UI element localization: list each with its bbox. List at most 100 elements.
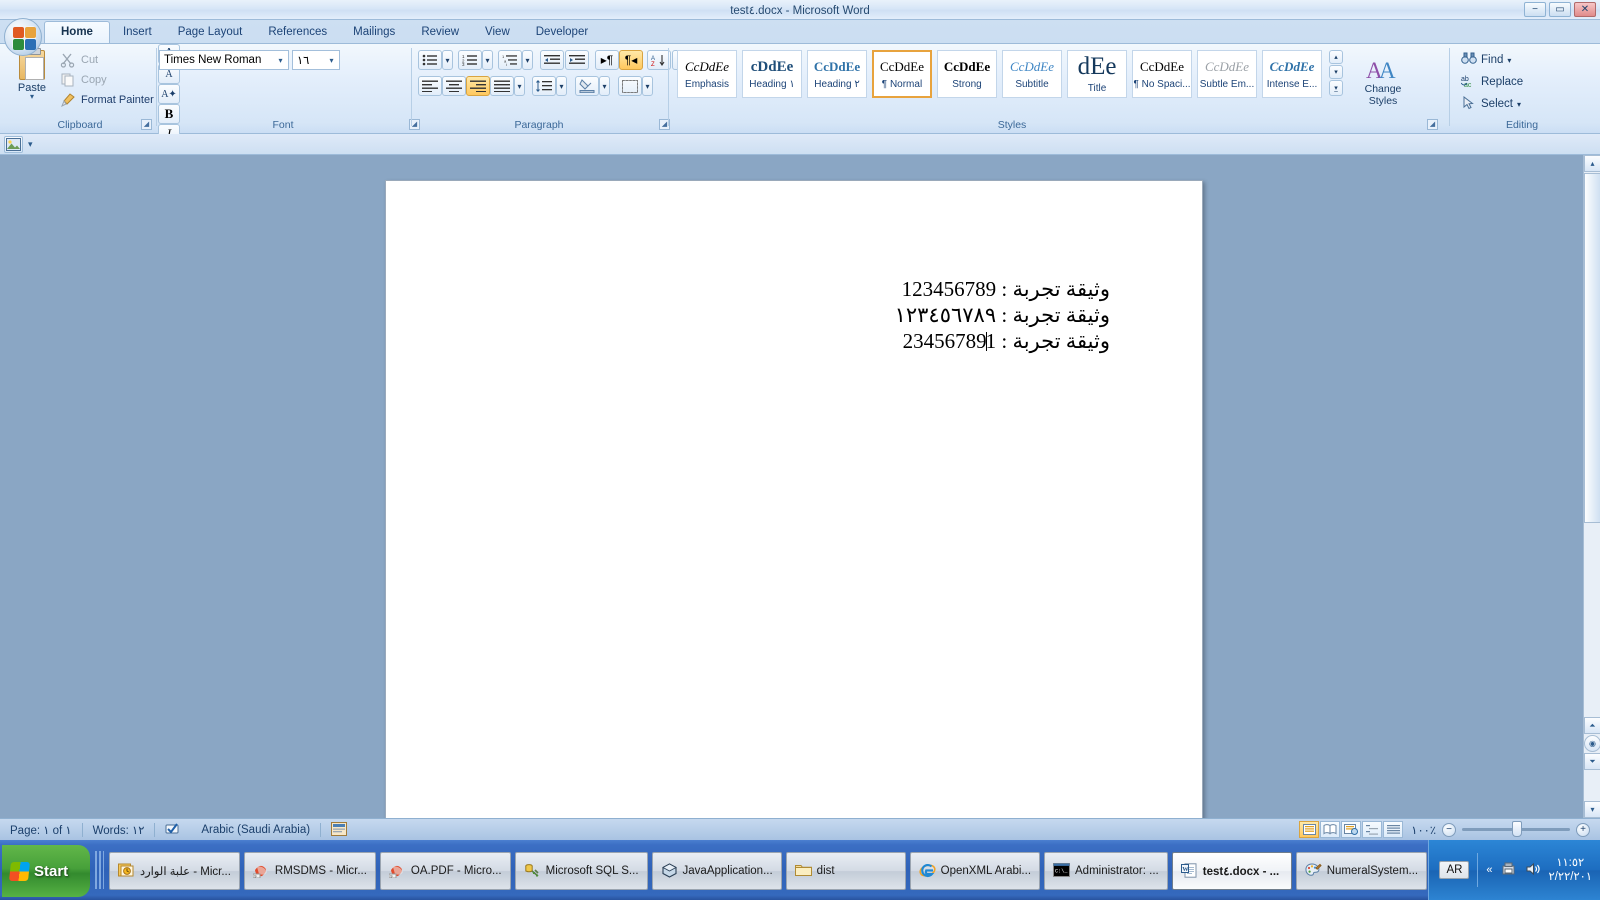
zoom-slider-track[interactable] <box>1462 821 1570 837</box>
zoom-slider-thumb[interactable] <box>1512 821 1522 837</box>
view-full-screen-reading-button[interactable] <box>1320 821 1341 838</box>
previous-page-button[interactable]: ⏶ <box>1584 717 1600 734</box>
safely-remove-hardware-icon[interactable] <box>1501 862 1517 878</box>
style-strong[interactable]: CcDdEe Strong <box>937 50 997 98</box>
next-page-button[interactable]: ⏷ <box>1584 753 1600 770</box>
multilevel-dropdown[interactable]: ▾ <box>522 50 533 70</box>
task-sql-server[interactable]: Microsoft SQL S... <box>514 851 648 890</box>
view-web-layout-button[interactable] <box>1341 821 1362 838</box>
task-word-test4-docx[interactable]: W test٤.docx - ... <box>1171 851 1292 890</box>
style-subtle-emphasis[interactable]: CcDdEe Subtle Em... <box>1197 50 1257 98</box>
clock[interactable]: ١١:٥٢ ٢/٢٢/٢٠١ <box>1549 856 1592 884</box>
chevron-down-icon[interactable]: ▾ <box>275 55 286 66</box>
justify-button[interactable] <box>490 76 514 96</box>
styles-more-button[interactable]: ▾̲ <box>1329 80 1343 96</box>
close-button[interactable]: ✕ <box>1574 2 1596 17</box>
bullets-dropdown[interactable]: ▾ <box>442 50 453 70</box>
style-subtitle[interactable]: CcDdEe Subtitle <box>1002 50 1062 98</box>
task-numeralsystem-paint[interactable]: NumeralSystem... <box>1295 851 1428 890</box>
shading-dropdown[interactable]: ▾ <box>599 76 610 96</box>
styles-scroll-down-button[interactable]: ▾ <box>1329 65 1343 79</box>
language-indicator[interactable]: Arabic (Saudi Arabia) <box>191 819 320 841</box>
vertical-scroll-thumb[interactable] <box>1584 173 1600 523</box>
proofing-status[interactable] <box>155 819 191 841</box>
tab-references[interactable]: References <box>255 22 340 43</box>
tab-review[interactable]: Review <box>408 22 472 43</box>
view-outline-button[interactable] <box>1362 821 1383 838</box>
task-oa-pdf[interactable]: 9 OA.PDF - Micro... <box>379 851 511 890</box>
justify-dropdown[interactable]: ▾ <box>514 76 525 96</box>
vertical-scrollbar[interactable]: ▴ ⏶ ◉ ⏷ ▾ <box>1583 155 1600 818</box>
chevron-down-icon[interactable]: ▾ <box>326 55 337 66</box>
clipboard-dialog-launcher[interactable]: ◢ <box>141 119 152 130</box>
volume-icon[interactable] <box>1525 862 1541 878</box>
scroll-up-button[interactable]: ▴ <box>1584 155 1600 172</box>
task-rmsdms[interactable]: 9 RMSDMS - Micr... <box>243 851 376 890</box>
view-draft-button[interactable] <box>1383 821 1404 838</box>
style-title[interactable]: dEe Title <box>1067 50 1127 98</box>
copy-button[interactable]: Copy <box>58 71 107 89</box>
qat-customize-chevron-icon[interactable]: ▾ <box>28 139 33 150</box>
style-heading-1[interactable]: cDdEe Heading ١ <box>742 50 802 98</box>
picture-tools-button[interactable] <box>4 136 23 153</box>
font-name-combo[interactable]: Times New Roman ▾ <box>159 50 289 70</box>
increase-indent-button[interactable] <box>565 50 589 70</box>
borders-button[interactable] <box>618 76 642 96</box>
font-size-combo[interactable]: ١٦ ▾ <box>292 50 340 70</box>
tab-mailings[interactable]: Mailings <box>340 22 408 43</box>
zoom-in-button[interactable]: + <box>1576 822 1590 837</box>
task-openxml-arabic[interactable]: OpenXML Arabi... <box>909 851 1041 890</box>
numbering-dropdown[interactable]: ▾ <box>482 50 493 70</box>
tab-developer[interactable]: Developer <box>523 22 601 43</box>
style-normal[interactable]: CcDdEe ¶ Normal <box>872 50 932 98</box>
office-button[interactable] <box>4 18 42 56</box>
bullets-button[interactable] <box>418 50 442 70</box>
align-right-button[interactable] <box>466 76 490 96</box>
tab-page-layout[interactable]: Page Layout <box>165 22 256 43</box>
ltr-text-direction-button[interactable]: ▸¶ <box>595 50 619 70</box>
change-styles-button[interactable]: A A Change Styles <box>1352 49 1414 115</box>
style-heading-2[interactable]: CcDdEe Heading ٢ <box>807 50 867 98</box>
paste-button[interactable]: Paste ▾ <box>10 47 54 109</box>
style-intense-emphasis[interactable]: CcDdEe Intense E... <box>1262 50 1322 98</box>
line-spacing-button[interactable] <box>532 76 556 96</box>
chevron-down-icon[interactable]: ▾ <box>1517 100 1521 109</box>
chevron-down-icon[interactable]: ▾ <box>1507 56 1511 65</box>
decrease-indent-button[interactable] <box>540 50 564 70</box>
page-indicator[interactable]: Page: ١ of ١ <box>0 819 82 841</box>
task-outlook[interactable]: علبة الوارد - Micr... <box>109 851 240 890</box>
zoom-out-button[interactable]: − <box>1442 822 1456 837</box>
borders-dropdown[interactable]: ▾ <box>642 76 653 96</box>
start-button[interactable]: Start <box>2 845 90 897</box>
format-painter-button[interactable]: Format Painter <box>58 91 154 109</box>
shading-button[interactable] <box>575 76 599 96</box>
clear-formatting-button[interactable]: A✦ <box>158 84 180 104</box>
word-count[interactable]: Words: ١٢ <box>83 819 155 841</box>
find-button[interactable]: Find ▾ <box>1458 50 1514 70</box>
style-emphasis[interactable]: CcDdEe Emphasis <box>677 50 737 98</box>
taskbar-grip[interactable] <box>95 851 104 889</box>
document-text-body[interactable]: وثيقة تجربة : 123456789 وثيقة تجربة : ١٢… <box>470 276 1110 354</box>
select-browse-object-button[interactable]: ◉ <box>1584 735 1600 752</box>
align-center-button[interactable] <box>442 76 466 96</box>
task-administrator-cmd[interactable]: C:\_ Administrator: ... <box>1044 851 1168 890</box>
styles-dialog-launcher[interactable]: ◢ <box>1427 119 1438 130</box>
tab-insert[interactable]: Insert <box>110 22 165 43</box>
task-dist-folder[interactable]: dist <box>785 851 906 890</box>
maximize-button[interactable]: ▭ <box>1549 2 1571 17</box>
styles-scroll-up-button[interactable]: ▴ <box>1329 50 1343 64</box>
scroll-down-button[interactable]: ▾ <box>1584 801 1600 818</box>
line-spacing-dropdown[interactable]: ▾ <box>556 76 567 96</box>
task-javaapplication[interactable]: JavaApplication... <box>651 851 782 890</box>
rtl-text-direction-button[interactable]: ¶◂ <box>619 50 643 70</box>
language-bar-indicator[interactable]: AR <box>1439 861 1470 879</box>
tab-home[interactable]: Home <box>44 21 110 43</box>
tab-view[interactable]: View <box>472 22 523 43</box>
align-left-button[interactable] <box>418 76 442 96</box>
show-hidden-icons-button[interactable]: « <box>1486 864 1492 876</box>
cut-button[interactable]: Cut <box>58 51 98 69</box>
document-page[interactable]: وثيقة تجربة : 123456789 وثيقة تجربة : ١٢… <box>385 180 1203 825</box>
view-print-layout-button[interactable] <box>1299 821 1320 838</box>
select-button[interactable]: Select ▾ <box>1458 94 1524 114</box>
style-no-spacing[interactable]: CcDdEe ¶ No Spaci... <box>1132 50 1192 98</box>
